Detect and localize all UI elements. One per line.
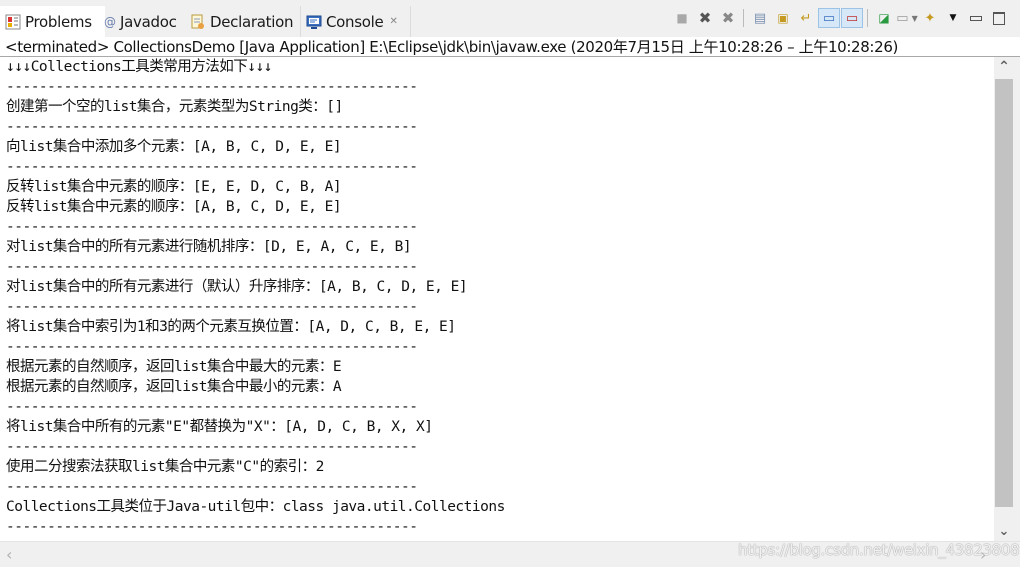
console-line: 反转list集合中元素的顺序：[E, E, D, C, B, A] <box>6 179 342 195</box>
separator-line: ----------------------------------------… <box>6 219 418 235</box>
console-line: 向list集合中添加多个元素：[A, B, C, D, E, E] <box>6 139 342 155</box>
view-tab-bar: Problems @ Javadoc Declaration Console ✕… <box>0 0 1020 37</box>
view-menu-button[interactable]: ▼ <box>942 8 964 28</box>
tab-declaration[interactable]: Declaration <box>190 6 293 37</box>
toolbar-separator <box>743 9 744 27</box>
maximize-icon <box>993 11 1005 25</box>
vertical-scroll-thumb[interactable] <box>995 79 1013 507</box>
separator-line: ----------------------------------------… <box>6 119 418 135</box>
toolbar-separator <box>867 9 868 27</box>
console-line: 对list集合中的所有元素进行随机排序：[D, E, A, C, E, B] <box>6 239 412 255</box>
watermark: https://blog.csdn.net/weixin_43823808 <box>738 541 1020 559</box>
chevron-down-icon: ⌄ <box>998 523 1010 539</box>
console-line: 将list集合中所有的元素"E"都替换为"X"：[A, D, C, B, X, … <box>6 419 433 435</box>
separator-line: ----------------------------------------… <box>6 339 418 355</box>
console-line: 反转list集合中元素的顺序：[A, B, C, D, E, E] <box>6 199 342 215</box>
process-status-line: <terminated> CollectionsDemo [Java Appli… <box>0 37 1020 57</box>
terminate-button[interactable]: ■ <box>671 8 693 28</box>
stop-icon: ■ <box>676 11 688 25</box>
display-console-icon: ▭ <box>896 10 909 26</box>
console-line: 使用二分搜索法获取list集合中元素"C"的索引：2 <box>6 459 324 475</box>
tab-label: Problems <box>25 12 92 31</box>
chevron-down-icon: ▼ <box>949 13 957 23</box>
open-console-icon: ✦ <box>924 10 936 26</box>
remove-all-terminated-button[interactable]: ✖ <box>717 8 739 28</box>
tab-label: Declaration <box>210 12 294 31</box>
vertical-scrollbar[interactable]: ⌃ ⌄ <box>994 57 1020 541</box>
console-line: 对list集合中的所有元素进行（默认）升序排序：[A, B, C, D, E, … <box>6 279 468 295</box>
pin-console-button[interactable]: ◪ <box>873 8 895 28</box>
separator-line: ----------------------------------------… <box>6 299 418 315</box>
separator-line: ----------------------------------------… <box>6 519 418 535</box>
word-wrap-button[interactable]: ↵ <box>795 8 817 28</box>
minimize-icon <box>970 15 982 21</box>
chevron-up-icon: ⌃ <box>998 59 1010 75</box>
pin-icon: ◪ <box>878 11 890 25</box>
show-on-stderr-button[interactable]: ▭ <box>841 8 863 28</box>
tab-label: Console <box>326 12 384 31</box>
scroll-up-button[interactable]: ⌃ <box>995 57 1013 77</box>
console-line: 根据元素的自然顺序，返回list集合中最大的元素：E <box>6 359 342 375</box>
separator-line: ----------------------------------------… <box>6 79 418 95</box>
separator-line: ----------------------------------------… <box>6 479 418 495</box>
minimize-button[interactable] <box>965 8 987 28</box>
close-icon[interactable]: ✕ <box>389 16 397 27</box>
clear-console-button[interactable]: ▤ <box>749 8 771 28</box>
chevron-down-icon[interactable]: ▼ <box>912 14 918 23</box>
scroll-left-button[interactable]: ‹ <box>6 545 12 564</box>
console-line: 创建第一个空的list集合，元素类型为String类：[] <box>6 99 343 115</box>
console-toolbar: ■ ✖ ✖ ▤ ▣ ↵ ▭ ▭ ◪ ▭ ▼ ✦ ▼ <box>670 7 1010 29</box>
word-wrap-icon: ↵ <box>800 10 812 26</box>
javadoc-icon: @ <box>104 14 116 29</box>
separator-line: ----------------------------------------… <box>6 439 418 455</box>
tab-problems[interactable]: Problems <box>0 6 105 37</box>
scroll-down-button[interactable]: ⌄ <box>995 521 1013 541</box>
scroll-lock-icon: ▣ <box>777 11 789 25</box>
problems-icon <box>5 14 21 30</box>
remove-icon: ✖ <box>698 9 712 27</box>
clear-console-icon: ▤ <box>753 10 767 26</box>
console-line: ↓↓↓Collections工具类常用方法如下↓↓↓ <box>6 59 272 75</box>
remove-launch-button[interactable]: ✖ <box>694 8 716 28</box>
separator-line: ----------------------------------------… <box>6 159 418 175</box>
show-stdout-icon: ▭ <box>822 10 836 26</box>
show-on-stdout-button[interactable]: ▭ <box>818 8 840 28</box>
console-line: 将list集合中索引为1和3的两个元素互换位置：[A, D, C, B, E, … <box>6 319 456 335</box>
console-line: 根据元素的自然顺序，返回list集合中最小的元素：A <box>6 379 342 395</box>
separator-line: ----------------------------------------… <box>6 259 418 275</box>
declaration-icon <box>190 14 206 30</box>
separator-line: ----------------------------------------… <box>6 399 418 415</box>
console-icon <box>306 14 322 30</box>
tab-console[interactable]: Console ✕ <box>300 6 411 37</box>
display-console-button[interactable]: ▭ ▼ <box>896 8 918 28</box>
scroll-lock-button[interactable]: ▣ <box>772 8 794 28</box>
remove-all-icon: ✖ <box>721 9 735 27</box>
console-output[interactable]: ↓↓↓Collections工具类常用方法如下↓↓↓ --------------… <box>0 57 994 541</box>
tab-javadoc[interactable]: @ Javadoc <box>104 6 177 37</box>
maximize-button[interactable] <box>988 8 1010 28</box>
show-stderr-icon: ▭ <box>845 10 859 26</box>
open-console-button[interactable]: ✦ <box>919 8 941 28</box>
console-line: Collections工具类位于Java-util包中：class java.u… <box>6 499 505 515</box>
tab-label: Javadoc <box>120 12 177 31</box>
